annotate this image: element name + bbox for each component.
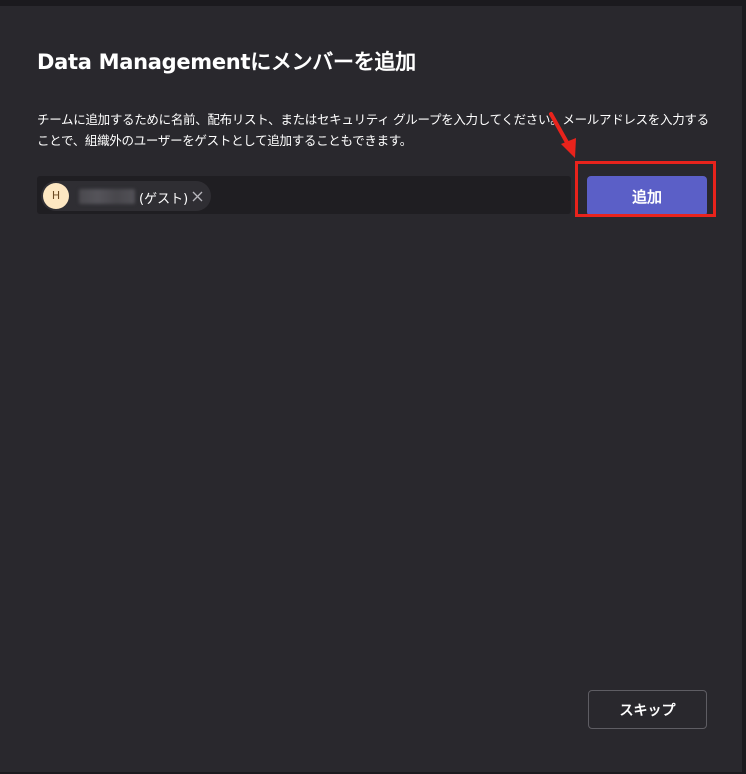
add-members-dialog: Data Managementにメンバーを追加 チームに追加するために名前、配布…: [0, 6, 742, 772]
person-name-redacted: [79, 189, 135, 204]
add-button[interactable]: 追加: [587, 176, 707, 216]
people-picker-input[interactable]: H (ゲスト): [37, 176, 571, 214]
skip-button[interactable]: スキップ: [588, 690, 707, 729]
guest-label: (ゲスト): [139, 192, 189, 207]
person-chip: H (ゲスト): [41, 181, 211, 211]
dialog-title: Data Managementにメンバーを追加: [37, 50, 416, 74]
close-icon[interactable]: [191, 188, 205, 204]
avatar: H: [43, 183, 69, 209]
dialog-description: チームに追加するために名前、配布リスト、またはセキュリティ グループを入力してく…: [37, 112, 709, 148]
